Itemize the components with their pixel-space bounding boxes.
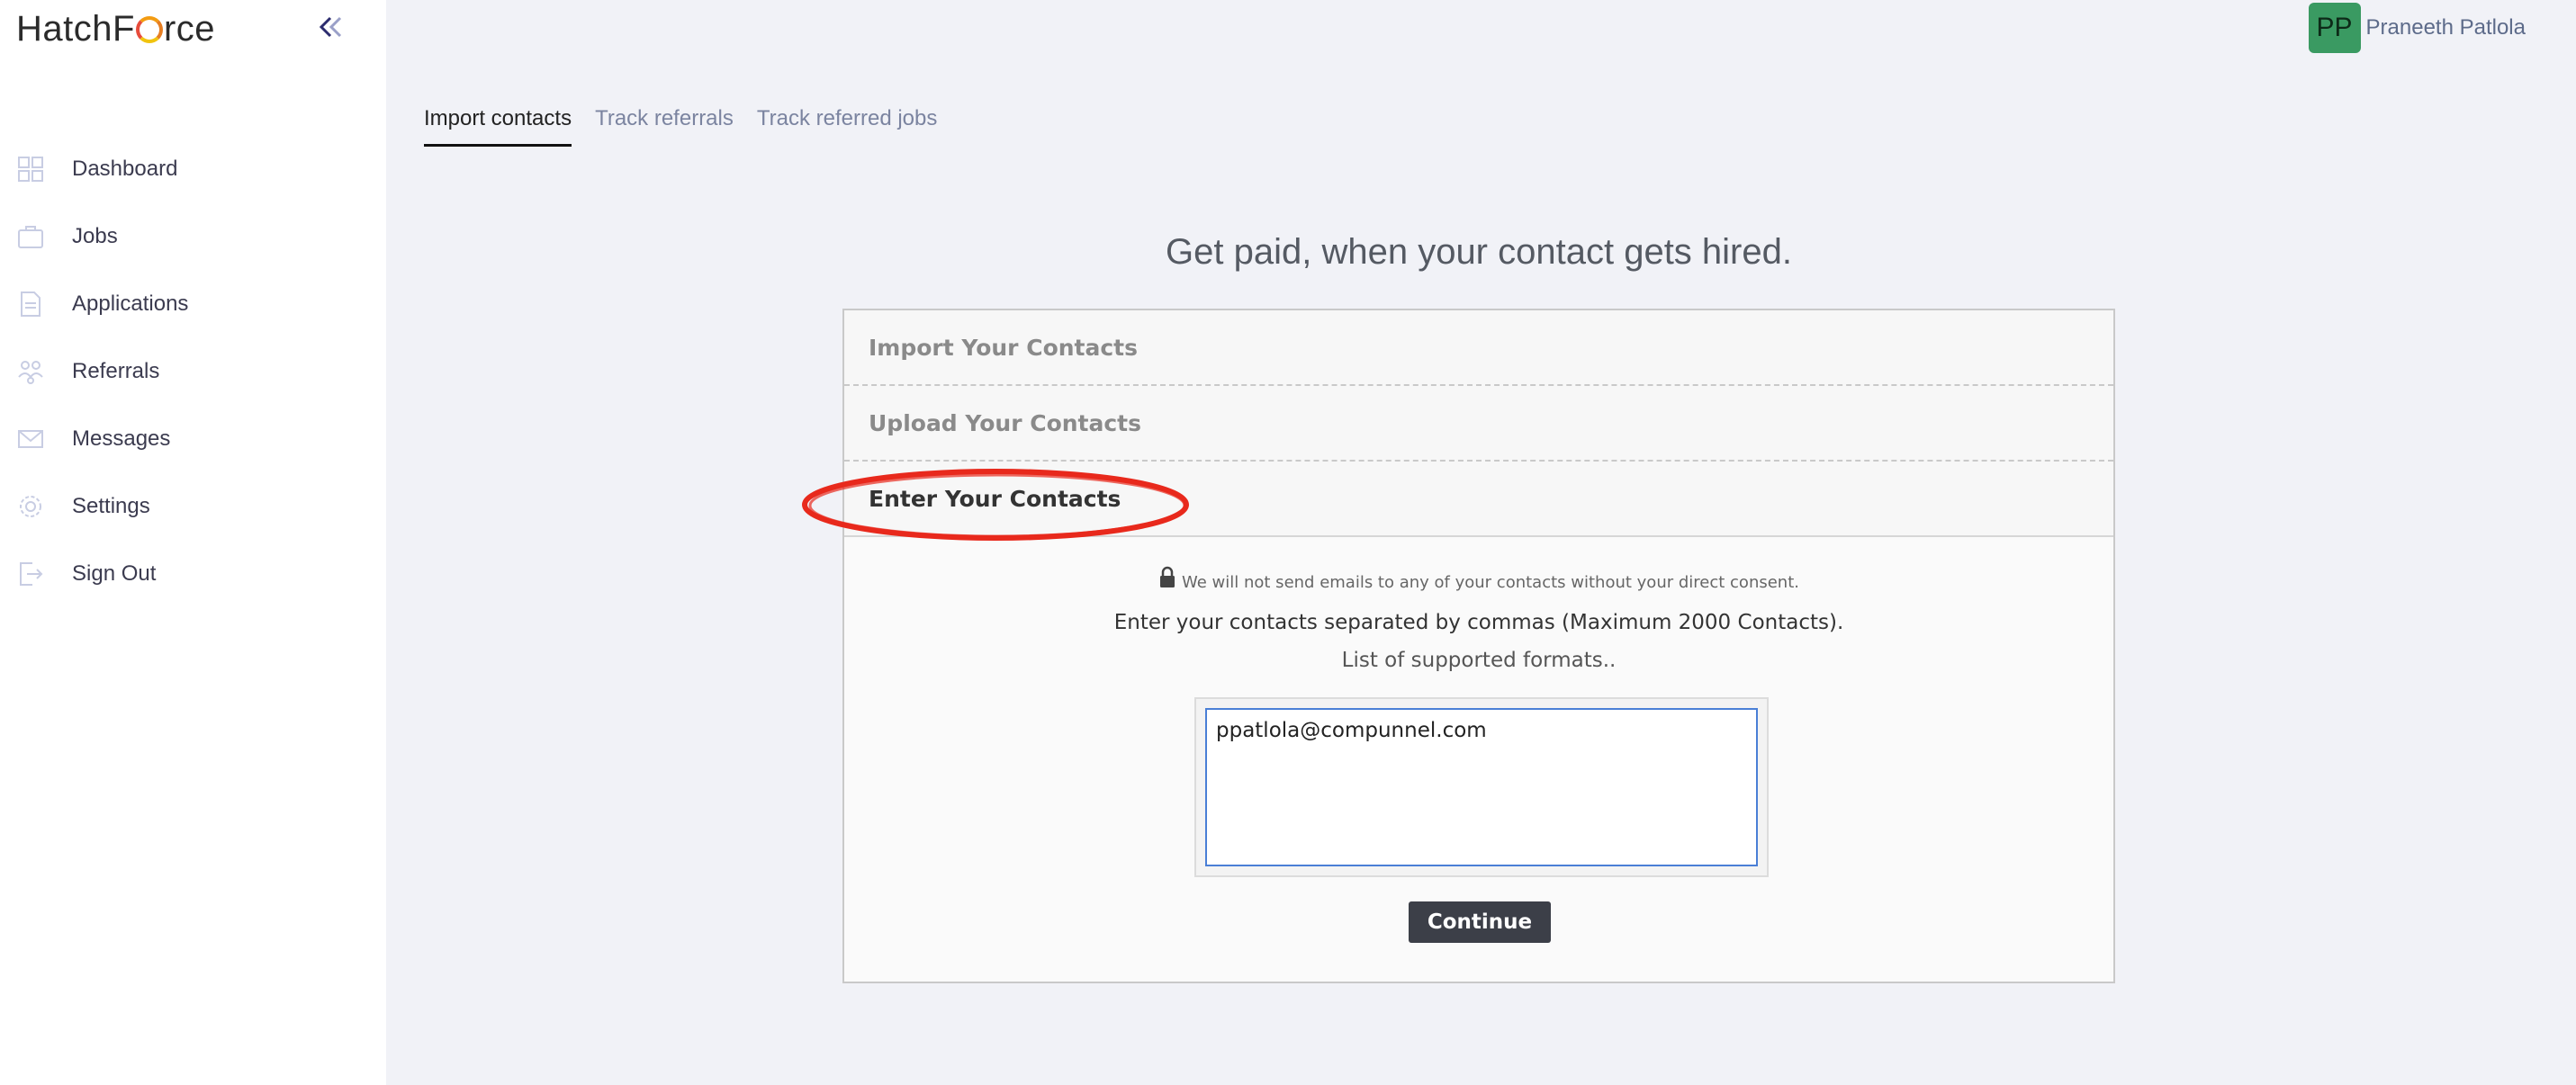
- sidebar-item-jobs[interactable]: Jobs: [0, 202, 386, 270]
- logo-text-prefix: HatchF: [16, 9, 135, 49]
- document-icon: [21, 291, 41, 317]
- continue-button[interactable]: Continue: [1409, 901, 1551, 943]
- contacts-textarea-wrapper: ppatlola@compunnel.com: [1194, 697, 1769, 877]
- envelope-icon: [18, 429, 43, 448]
- sidebar-item-dashboard[interactable]: Dashboard: [0, 135, 386, 202]
- tab-import-contacts[interactable]: Import contacts: [424, 106, 572, 147]
- sidebar-item-messages[interactable]: Messages: [0, 405, 386, 472]
- tab-track-referrals[interactable]: Track referrals: [595, 106, 734, 147]
- section-upload-contacts[interactable]: Upload Your Contacts: [844, 386, 2113, 462]
- sidebar-item-settings[interactable]: Settings: [0, 472, 386, 540]
- page-title: Get paid, when your contact gets hired.: [1166, 232, 1792, 272]
- sidebar-item-label: Dashboard: [72, 156, 178, 181]
- sidebar-item-label: Jobs: [72, 223, 118, 248]
- logo-text-suffix: rce: [163, 9, 216, 49]
- contacts-textarea[interactable]: ppatlola@compunnel.com: [1205, 708, 1758, 866]
- hatchforce-logo[interactable]: HatchF rce: [16, 4, 215, 54]
- dashboard-icon: [18, 156, 43, 182]
- tab-bar: Import contacts Track referrals Track re…: [424, 106, 937, 147]
- supported-formats-link[interactable]: List of supported formats..: [844, 649, 2113, 672]
- briefcase-icon: [18, 225, 43, 248]
- contacts-instructions: Enter your contacts separated by commas …: [1113, 611, 1844, 634]
- collapse-sidebar-button[interactable]: [315, 11, 347, 43]
- logo-ring-icon: [135, 16, 163, 43]
- sidebar: HatchF rce Dashboard Jobs Applications R…: [0, 0, 386, 1085]
- avatar[interactable]: PP: [2308, 3, 2361, 53]
- consent-notice: We will not send emails to any of your c…: [844, 566, 2113, 592]
- sidebar-item-label: Sign Out: [72, 560, 157, 586]
- lock-icon: [1160, 566, 1175, 587]
- referrals-icon: [18, 360, 43, 384]
- sidebar-item-label: Messages: [72, 426, 171, 451]
- tab-track-referred-jobs[interactable]: Track referred jobs: [757, 106, 938, 147]
- sidebar-nav: Dashboard Jobs Applications Referrals Me…: [0, 135, 386, 607]
- consent-text: We will not send emails to any of your c…: [1182, 573, 1799, 592]
- section-enter-contacts[interactable]: Enter Your Contacts: [844, 462, 2113, 537]
- sidebar-item-label: Referrals: [72, 358, 160, 383]
- enter-contacts-body: We will not send emails to any of your c…: [844, 537, 2113, 982]
- sidebar-item-applications[interactable]: Applications: [0, 270, 386, 337]
- section-import-contacts[interactable]: Import Your Contacts: [844, 310, 2113, 386]
- sidebar-item-label: Applications: [72, 291, 189, 316]
- user-name[interactable]: Praneeth Patlola: [2366, 15, 2526, 40]
- sidebar-item-sign-out[interactable]: Sign Out: [0, 540, 386, 607]
- sidebar-item-label: Settings: [72, 493, 150, 518]
- sign-out-icon: [20, 561, 43, 586]
- sidebar-item-referrals[interactable]: Referrals: [0, 337, 386, 405]
- user-menu[interactable]: PP Praneeth Patlola: [2308, 3, 2526, 53]
- gear-icon: [20, 495, 41, 517]
- contacts-accordion: Import Your Contacts Upload Your Contact…: [842, 309, 2115, 983]
- double-chevron-left-icon: [319, 16, 342, 38]
